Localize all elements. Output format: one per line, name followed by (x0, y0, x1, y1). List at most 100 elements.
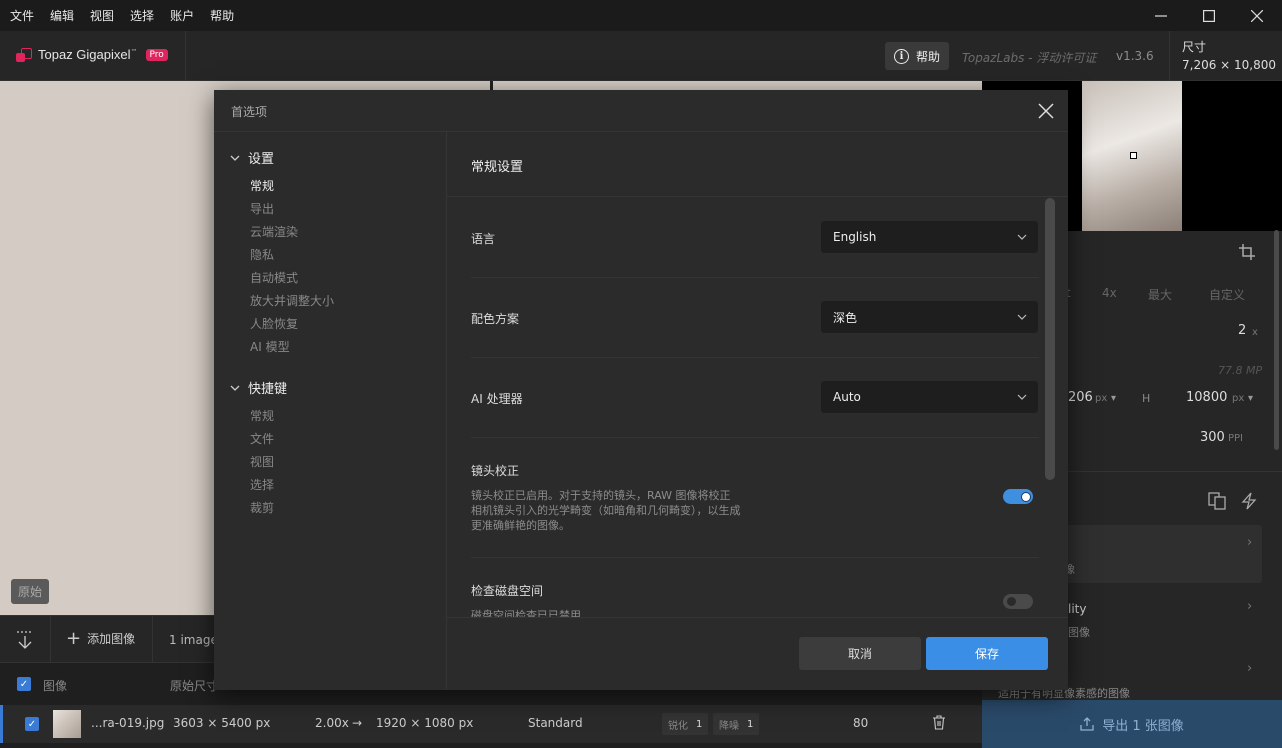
height-value[interactable]: 10800 (1186, 390, 1227, 405)
color-scheme-select[interactable]: 深色 (821, 301, 1038, 333)
nav-item-shortcut-view[interactable]: 视图 (250, 453, 274, 470)
row-divider (471, 437, 1039, 438)
export-label: 导出 1 张图像 (1102, 718, 1184, 734)
right-panel-scrollbar[interactable] (1274, 230, 1279, 450)
maximize-button[interactable] (1185, 0, 1233, 31)
menu-view[interactable]: 视图 (90, 7, 114, 24)
model-card-selected[interactable]: 像 › (1042, 525, 1262, 583)
close-icon[interactable] (1036, 101, 1056, 121)
size-label: 尺寸 (1182, 40, 1207, 54)
preferences-dialog: 首选项 设置 常规 导出 云端渲染 隐私 自动模式 放大并调整大小 人脸恢复 A… (214, 90, 1068, 690)
menu-select[interactable]: 选择 (130, 7, 154, 24)
scrollbar-thumb[interactable] (1045, 198, 1055, 480)
scale-option-max[interactable]: 最大 (1148, 286, 1172, 303)
width-unit-caret[interactable]: ▾ (1111, 393, 1116, 404)
save-button[interactable]: 保存 (926, 637, 1048, 670)
nav-item-ai-models[interactable]: AI 模型 (250, 338, 290, 355)
lens-correction-desc-line: 更准确鲜艳的图像。 (471, 519, 570, 532)
scale-unit: x (1252, 327, 1258, 338)
model-card-2-title[interactable]: lity (1068, 602, 1086, 616)
menu-edit[interactable]: 编辑 (50, 7, 74, 24)
width-value[interactable]: 206 (1068, 390, 1093, 405)
nav-item-general[interactable]: 常规 (250, 177, 274, 194)
height-unit-caret[interactable]: ▾ (1248, 393, 1253, 404)
disk-space-toggle[interactable] (1003, 594, 1033, 609)
column-image[interactable]: 图像 (43, 677, 67, 694)
compare-icon[interactable] (1208, 492, 1226, 510)
lens-correction-desc-line: 相机镜头引入的光学畸变（如暗角和几何畸变），以生成 (471, 504, 741, 517)
denoise-tag: 降噪 1 (713, 713, 760, 735)
nav-group-shortcuts[interactable]: 快捷键 (230, 378, 287, 397)
scale-option-4x[interactable]: 4x (1102, 286, 1117, 300)
topaz-logo-icon (16, 47, 32, 62)
chevron-down-icon (1017, 234, 1027, 240)
export-icon (1080, 717, 1094, 731)
menu-file[interactable]: 文件 (10, 7, 34, 24)
trash-icon[interactable] (933, 715, 945, 730)
scale-option-custom[interactable]: 自定义 (1209, 286, 1245, 303)
disk-space-description: 磁盘空间检查已已禁用 (471, 609, 581, 617)
nav-group-settings[interactable]: 设置 (230, 148, 274, 167)
original-toggle-button[interactable]: 原始 (11, 579, 49, 604)
table-row[interactable]: ✓ ...ra-019.jpg 3603 × 5400 px 2.00x → 1… (0, 705, 982, 743)
add-image-button[interactable]: + 添加图像 (66, 629, 135, 647)
row-scale: 2.00x (315, 716, 349, 730)
header-divider-right (1169, 31, 1170, 81)
row-divider (471, 357, 1039, 358)
settings-scrollbar[interactable] (1044, 197, 1056, 617)
chevron-right-icon[interactable]: › (1247, 599, 1252, 614)
sharpen-value: 1 (696, 718, 703, 730)
maximize-icon (1203, 9, 1215, 22)
nav-item-upscale-resize[interactable]: 放大并调整大小 (250, 292, 334, 309)
row-model: Standard (528, 716, 583, 730)
nav-item-privacy[interactable]: 隐私 (250, 246, 274, 263)
chevron-right-icon[interactable]: › (1247, 661, 1252, 676)
chevron-right-icon: › (1247, 535, 1253, 550)
nav-item-shortcut-crop[interactable]: 裁剪 (250, 499, 274, 516)
export-button[interactable]: 导出 1 张图像 (982, 700, 1282, 748)
chevron-down-icon (230, 385, 240, 391)
nav-item-shortcut-file[interactable]: 文件 (250, 430, 274, 447)
language-select[interactable]: English (821, 221, 1038, 253)
size-value: 7,206 × 10,800 (1182, 58, 1277, 72)
trademark: ™ (130, 47, 138, 56)
model-card-2-text: 图像 (1068, 626, 1090, 639)
dpi-value[interactable]: 300 (1200, 430, 1225, 445)
nav-item-shortcut-select[interactable]: 选择 (250, 476, 274, 493)
close-window-button[interactable] (1233, 0, 1281, 31)
lens-correction-desc-line: 镜头校正已启用。对于支持的镜头，RAW 图像将校正 (471, 489, 731, 502)
language-label: 语言 (471, 232, 496, 246)
nav-item-auto-mode[interactable]: 自动模式 (250, 269, 298, 286)
row-quality: 80 (853, 716, 869, 730)
sharpen-label: 锐化 (668, 720, 688, 732)
nav-item-face-recovery[interactable]: 人脸恢复 (250, 315, 298, 332)
close-icon (1251, 9, 1263, 22)
navigator-viewport-marker[interactable] (1130, 152, 1137, 159)
minimize-icon (1155, 14, 1167, 17)
menu-bar: 文件 编辑 视图 选择 账户 帮助 (0, 0, 1282, 31)
header-divider (185, 31, 186, 81)
menu-help[interactable]: 帮助 (210, 7, 234, 24)
lens-correction-toggle[interactable] (1003, 489, 1033, 504)
nav-item-cloud-render[interactable]: 云端渲染 (250, 223, 298, 240)
row-thumbnail (53, 710, 81, 738)
column-original-size[interactable]: 原始尺寸 (170, 677, 218, 694)
lightning-icon[interactable] (1241, 492, 1257, 510)
sharpen-tag: 锐化 1 (662, 713, 709, 735)
help-button[interactable]: i 帮助 (885, 42, 949, 70)
toolbar-divider (152, 616, 153, 664)
scale-value[interactable]: 2 (1238, 323, 1246, 338)
nav-item-shortcut-general[interactable]: 常规 (250, 407, 274, 424)
ai-processor-select[interactable]: Auto (821, 381, 1038, 413)
nav-item-export[interactable]: 导出 (250, 200, 274, 217)
chevron-down-icon (1017, 314, 1027, 320)
crop-icon[interactable] (1239, 244, 1255, 260)
version-text: v1.3.6 (1116, 49, 1154, 63)
minimize-button[interactable] (1137, 0, 1185, 31)
menu-account[interactable]: 账户 (170, 7, 194, 24)
row-checkbox[interactable]: ✓ (25, 717, 39, 731)
download-icon[interactable] (16, 630, 34, 650)
cancel-button[interactable]: 取消 (799, 637, 921, 670)
select-all-checkbox[interactable]: ✓ (17, 677, 31, 691)
row-original-size: 3603 × 5400 px (173, 716, 271, 730)
